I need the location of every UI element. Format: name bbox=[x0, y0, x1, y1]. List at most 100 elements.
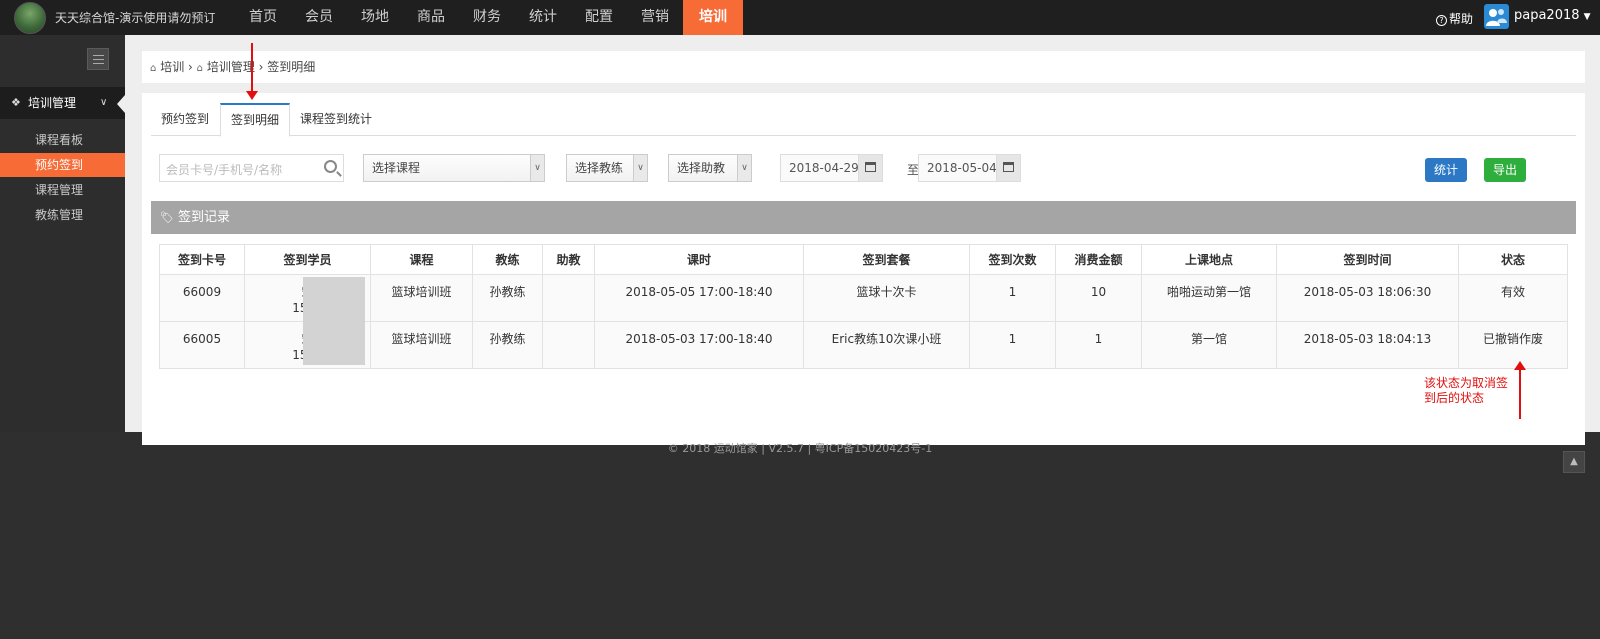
tab-bar: 预约签到 签到明细 课程签到统计 bbox=[151, 103, 1576, 137]
assistant-select-value: 选择助教 bbox=[677, 161, 726, 175]
date-from-value: 2018-04-29 bbox=[789, 161, 859, 175]
nav-config[interactable]: 配置 bbox=[571, 0, 627, 35]
column-header: 签到时间 bbox=[1276, 244, 1459, 275]
column-header: 签到学员 bbox=[244, 244, 371, 275]
course-cell: 篮球培训班 bbox=[370, 321, 473, 369]
chevron-down-icon: ∨ bbox=[100, 97, 108, 108]
sidebar-item-coach-management[interactable]: 教练管理 bbox=[0, 203, 125, 227]
menu-toggle-button[interactable] bbox=[87, 48, 109, 70]
help-label: 帮助 bbox=[1449, 12, 1474, 26]
nav-venues[interactable]: 场地 bbox=[347, 0, 403, 35]
sidebar-item-course-board[interactable]: 课程看板 bbox=[0, 128, 125, 152]
breadcrumb-item[interactable]: 培训管理 bbox=[207, 60, 255, 74]
coach-cell: 孙教练 bbox=[472, 321, 543, 369]
search-placeholder: 会员卡号/手机号/名称 bbox=[166, 163, 283, 177]
status-cell: 已撤销作废 bbox=[1458, 321, 1568, 369]
user-menu[interactable]: papa2018 ▼ bbox=[1514, 8, 1591, 23]
coach-select[interactable]: 选择教练 ∨ bbox=[566, 154, 648, 182]
assistant-cell bbox=[542, 321, 595, 369]
tab-booking-checkin[interactable]: 预约签到 bbox=[151, 103, 219, 136]
export-button[interactable]: 导出 bbox=[1484, 158, 1527, 182]
breadcrumb-item[interactable]: 培训 bbox=[160, 60, 184, 74]
course-cell: 篮球培训班 bbox=[370, 274, 473, 322]
section-header: 🏷 签到记录 bbox=[151, 201, 1576, 234]
status-cell: 有效 bbox=[1458, 274, 1568, 322]
checkin-detail-panel: 预约签到 签到明细 课程签到统计 会员卡号/手机号/名称 选择课程 ∨ 选择教练… bbox=[142, 93, 1585, 445]
venue-logo[interactable] bbox=[14, 2, 46, 34]
nav-training[interactable]: 培训 bbox=[683, 0, 743, 35]
chevron-down-icon: ▼ bbox=[1583, 12, 1591, 22]
member-search-input[interactable]: 会员卡号/手机号/名称 bbox=[159, 154, 344, 182]
back-to-top-button[interactable]: ▲ bbox=[1563, 451, 1585, 473]
table-header-row: 签到卡号 签到学员 课程 教练 助教 课时 签到套餐 签到次数 消费金额 上课地… bbox=[159, 244, 1568, 275]
breadcrumb: ⌂ 培训 › ⌂ 培训管理 › 签到明细 bbox=[142, 51, 1585, 83]
assistant-select[interactable]: 选择助教 ∨ bbox=[668, 154, 752, 182]
amount-cell: 1 bbox=[1055, 321, 1142, 369]
column-header: 上课地点 bbox=[1141, 244, 1277, 275]
session-cell: 2018-05-03 17:00-18:40 bbox=[594, 321, 804, 369]
column-header: 签到次数 bbox=[969, 244, 1056, 275]
help-link[interactable]: ? 帮助 bbox=[1436, 10, 1473, 27]
annotation-arrow-up bbox=[1514, 361, 1526, 419]
date-to-input[interactable]: 2018-05-04 bbox=[918, 154, 1021, 182]
tags-icon: 🏷 bbox=[160, 211, 174, 224]
nav-finance[interactable]: 财务 bbox=[459, 0, 515, 35]
course-select[interactable]: 选择课程 ∨ bbox=[363, 154, 545, 182]
venue-cell: 第一馆 bbox=[1141, 321, 1277, 369]
breadcrumb-current: 签到明细 bbox=[267, 60, 316, 74]
tab-course-checkin-stats[interactable]: 课程签到统计 bbox=[290, 103, 382, 136]
users-icon bbox=[1486, 9, 1507, 26]
checkin-time-cell: 2018-05-03 18:06:30 bbox=[1276, 274, 1459, 322]
cubes-icon: ❖ bbox=[11, 96, 21, 109]
package-cell: 篮球十次卡 bbox=[803, 274, 970, 322]
table-row[interactable]: 66009 宋 1581 篮球培训班 孙教练 2018-05-05 17:00-… bbox=[159, 274, 1568, 365]
count-cell: 1 bbox=[969, 321, 1056, 369]
chevron-down-icon: ∨ bbox=[737, 155, 751, 181]
card-number-cell: 66009 bbox=[159, 274, 245, 322]
sidebar: ❖ 培训管理 ∨ 课程看板 预约签到 课程管理 教练管理 bbox=[0, 35, 125, 432]
calendar-icon[interactable] bbox=[996, 155, 1020, 181]
package-cell: Eric教练10次课小班 bbox=[803, 321, 970, 369]
venue-cell: 啪啪运动第一馆 bbox=[1141, 274, 1277, 322]
privacy-mask bbox=[303, 277, 365, 365]
user-name: papa2018 bbox=[1514, 8, 1580, 23]
main-content: ⌂ 培训 › ⌂ 培训管理 › 签到明细 预约签到 签到明细 课程签到统计 会员… bbox=[125, 35, 1600, 445]
card-number-cell: 66005 bbox=[159, 321, 245, 369]
nav-marketing[interactable]: 营销 bbox=[627, 0, 683, 35]
top-bar: 天天综合馆-演示使用请勿预订 首页 会员 场地 商品 财务 统计 配置 营销 培… bbox=[0, 0, 1600, 35]
annotation-text: 该状态为取消签到后的状态 bbox=[1424, 376, 1509, 405]
nav-statistics[interactable]: 统计 bbox=[515, 0, 571, 35]
column-header: 状态 bbox=[1458, 244, 1568, 275]
date-to-value: 2018-05-04 bbox=[927, 161, 997, 175]
column-header: 签到卡号 bbox=[159, 244, 245, 275]
column-header: 课时 bbox=[594, 244, 804, 275]
assistant-cell bbox=[542, 274, 595, 322]
stats-button[interactable]: 统计 bbox=[1425, 158, 1468, 182]
sidebar-item-booking-checkin[interactable]: 预约签到 bbox=[0, 153, 125, 177]
tab-checkin-detail[interactable]: 签到明细 bbox=[220, 103, 291, 137]
member-cell: 宋 1581 bbox=[244, 274, 371, 365]
chevron-up-icon: ▲ bbox=[1570, 456, 1578, 467]
sidebar-item-course-management[interactable]: 课程管理 bbox=[0, 178, 125, 202]
column-header: 助教 bbox=[542, 244, 595, 275]
nav-members[interactable]: 会员 bbox=[291, 0, 347, 35]
calendar-icon[interactable] bbox=[858, 155, 882, 181]
session-cell: 2018-05-05 17:00-18:40 bbox=[594, 274, 804, 322]
section-title: 签到记录 bbox=[177, 210, 230, 225]
checkin-time-cell: 2018-05-03 18:04:13 bbox=[1276, 321, 1459, 369]
nav-products[interactable]: 商品 bbox=[403, 0, 459, 35]
column-header: 消费金额 bbox=[1055, 244, 1142, 275]
home-icon: ⌂ bbox=[150, 63, 157, 74]
coach-select-value: 选择教练 bbox=[575, 161, 624, 175]
sidebar-group-training-management[interactable]: ❖ 培训管理 ∨ bbox=[0, 87, 125, 119]
table-row[interactable]: 66005 宋 1581 篮球培训班 孙教练 2018-05-03 17:00-… bbox=[159, 321, 1568, 369]
date-from-input[interactable]: 2018-04-29 bbox=[780, 154, 883, 182]
annotation-arrow-down bbox=[246, 43, 258, 100]
sidebar-group-label: 培训管理 bbox=[28, 96, 77, 110]
nav-home[interactable]: 首页 bbox=[235, 0, 291, 35]
user-avatar[interactable] bbox=[1484, 4, 1509, 29]
checkin-records-table: 签到卡号 签到学员 课程 教练 助教 课时 签到套餐 签到次数 消费金额 上课地… bbox=[159, 244, 1568, 369]
count-cell: 1 bbox=[969, 274, 1056, 322]
search-icon[interactable] bbox=[324, 160, 337, 173]
amount-cell: 10 bbox=[1055, 274, 1142, 322]
